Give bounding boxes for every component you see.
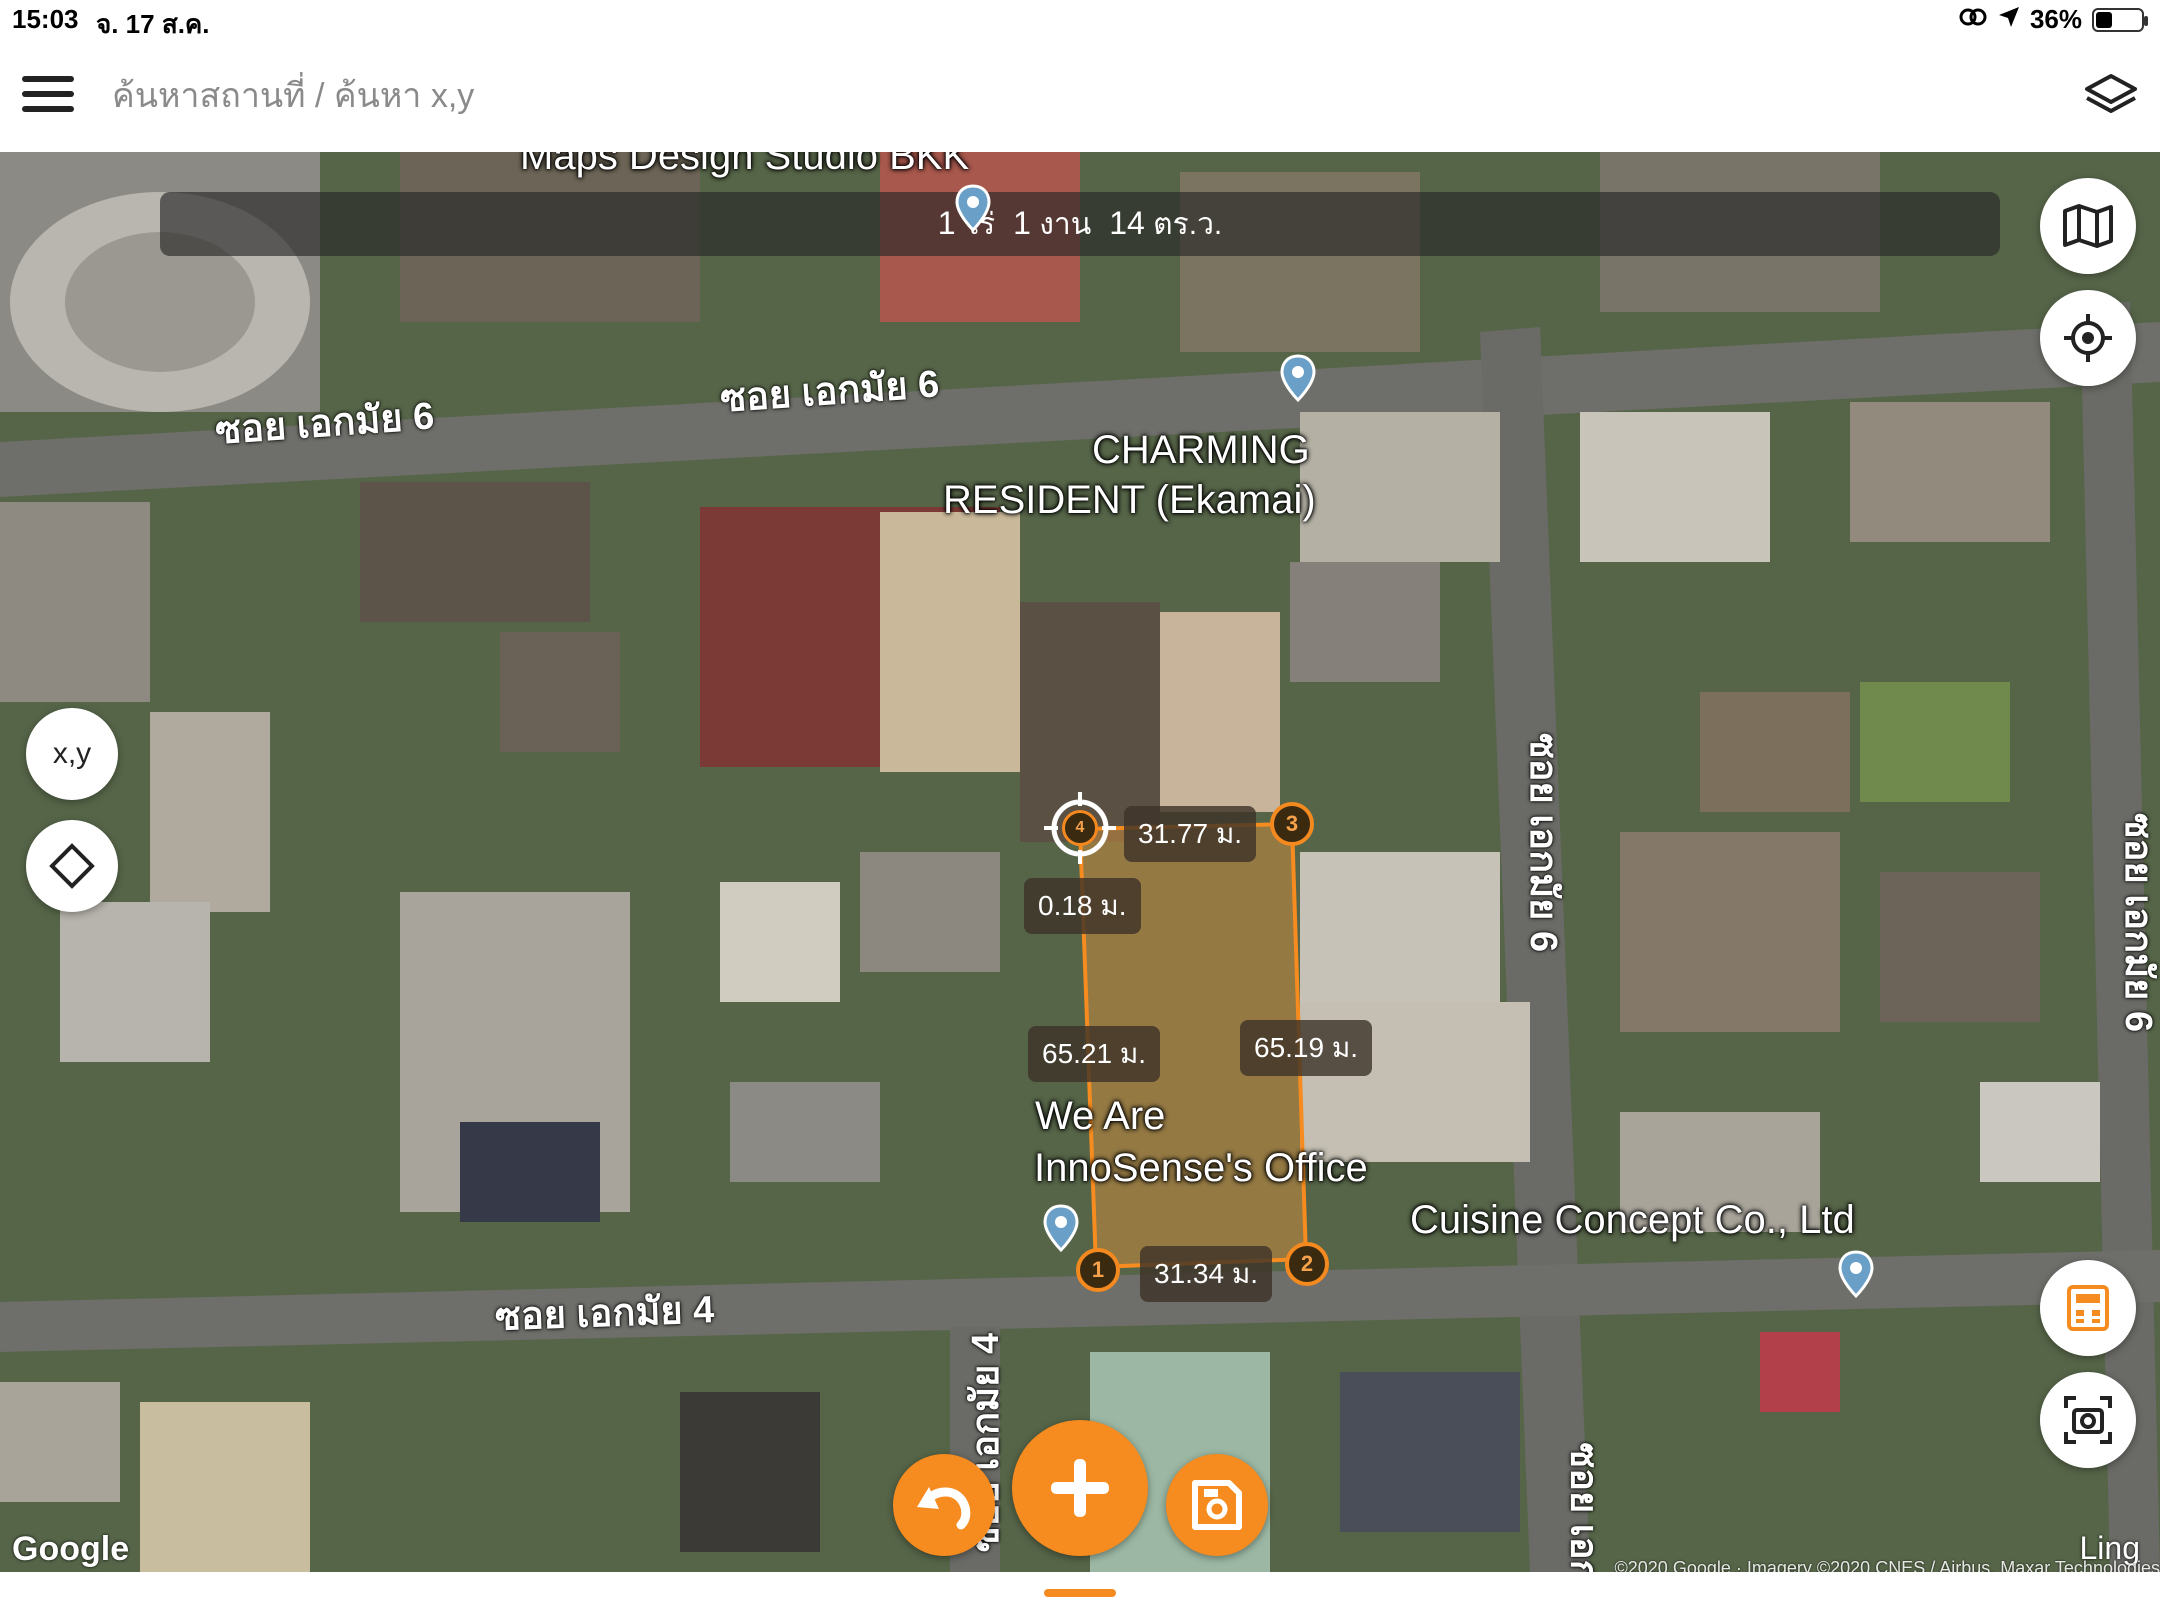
my-location-button[interactable] <box>2040 290 2136 386</box>
road-label-ekkamai4: ซอย เอกมัย 4 <box>494 1289 715 1339</box>
hamburger-icon <box>22 76 74 82</box>
map-pin-icon[interactable] <box>955 184 991 232</box>
link-icon <box>1958 4 1988 35</box>
poi-label-charming-line2[interactable]: RESIDENT (Ekamai) <box>943 474 1316 526</box>
save-icon <box>1192 1480 1242 1530</box>
status-time: 15:03 <box>12 4 79 34</box>
road-label-ekkamai6-far-right: ซอย เอกมัย 6 <box>2117 812 2160 1033</box>
layers-button[interactable] <box>2082 70 2140 122</box>
poi-label-innosense-line2[interactable]: InnoSense's Office <box>1034 1142 1368 1194</box>
diamond-icon <box>49 843 95 889</box>
map-pin-icon[interactable] <box>1280 354 1316 402</box>
xy-button-label: x,y <box>52 737 92 770</box>
crosshair-cursor[interactable]: 4 <box>1044 792 1116 864</box>
vertex-marker-3[interactable]: 3 <box>1270 802 1314 846</box>
distance-label-left: 65.21 ม. <box>1028 1026 1161 1082</box>
screenshot-button[interactable] <box>2040 1372 2136 1468</box>
distance-label-small: 0.18 ม. <box>1024 878 1141 934</box>
battery-percent: 36% <box>2029 4 2082 34</box>
status-indicators: 36% <box>1958 4 2148 35</box>
draw-polygon-button[interactable] <box>26 820 118 912</box>
google-logo: Google <box>12 1530 130 1568</box>
vertex-marker-4[interactable]: 4 <box>1062 810 1098 846</box>
area-wa-value: 14 <box>1109 204 1145 241</box>
poi-label-cuisine-concept[interactable]: Cuisine Concept Co., Ltd <box>1410 1194 1855 1246</box>
save-button[interactable] <box>1166 1454 1268 1556</box>
map-pin-icon[interactable] <box>1043 1204 1079 1252</box>
undo-button[interactable] <box>893 1454 995 1556</box>
status-date: จ. 17 ส.ค. <box>96 9 210 39</box>
map-copyright: ©2020 Google · Imagery ©2020 CNES / Airb… <box>1614 1558 2160 1572</box>
location-arrow-icon <box>1998 4 2020 35</box>
area-ngan-unit: งาน <box>1039 207 1092 241</box>
search-input[interactable]: ค้นหาสถานที่ / ค้นหา x,y <box>112 68 474 122</box>
battery-icon <box>2092 7 2148 32</box>
header-bar: ค้นหาสถานที่ / ค้นหา x,y <box>0 40 2160 153</box>
area-wa-unit: ตร.ว. <box>1153 207 1223 241</box>
distance-label-bottom: 31.34 ม. <box>1140 1246 1273 1302</box>
distance-label-right: 65.19 ม. <box>1240 1020 1373 1076</box>
poi-label-innosense-line1[interactable]: We Are <box>1035 1090 1165 1142</box>
layers-icon <box>2085 74 2137 113</box>
home-indicator[interactable] <box>1044 1589 1116 1597</box>
poi-label-maps-design-studio[interactable]: Maps Design Studio BKK <box>520 152 969 182</box>
plus-icon <box>1051 1459 1109 1517</box>
map-icon <box>2063 204 2113 248</box>
camera-frame-icon <box>2064 1396 2112 1444</box>
area-summary-bar: 1 ไร่ 1 งาน 14 ตร.ว. <box>160 192 2000 256</box>
target-icon <box>2064 314 2112 362</box>
undo-icon <box>917 1487 971 1530</box>
vertex-marker-2[interactable]: 2 <box>1285 1242 1329 1286</box>
add-point-button[interactable] <box>1012 1420 1148 1556</box>
status-bar: 15:03 จ. 17 ส.ค. 36% <box>0 0 2160 40</box>
calculator-icon <box>2067 1285 2109 1331</box>
road-label-bottom-vertical: ซอย เอก <box>1562 1442 1605 1572</box>
menu-button[interactable] <box>22 76 74 116</box>
distance-label-top: 31.77 ม. <box>1124 806 1257 862</box>
map-type-button[interactable] <box>2040 178 2136 274</box>
road-label-ekkamai6-vertical: ซอย เอกมัย 6 <box>1522 732 1565 953</box>
area-rai-value: 1 <box>937 204 956 241</box>
area-ngan-value: 1 <box>1013 204 1031 241</box>
vertex-marker-1[interactable]: 1 <box>1076 1248 1120 1292</box>
satellite-map[interactable]: 1 ไร่ 1 งาน 14 ตร.ว. Maps Design Studio … <box>0 152 2160 1572</box>
poi-label-charming-line1[interactable]: CHARMING <box>1092 424 1310 476</box>
xy-button[interactable]: x,y <box>26 708 118 800</box>
area-report-button[interactable] <box>2040 1260 2136 1356</box>
map-pin-icon[interactable] <box>1838 1250 1874 1298</box>
